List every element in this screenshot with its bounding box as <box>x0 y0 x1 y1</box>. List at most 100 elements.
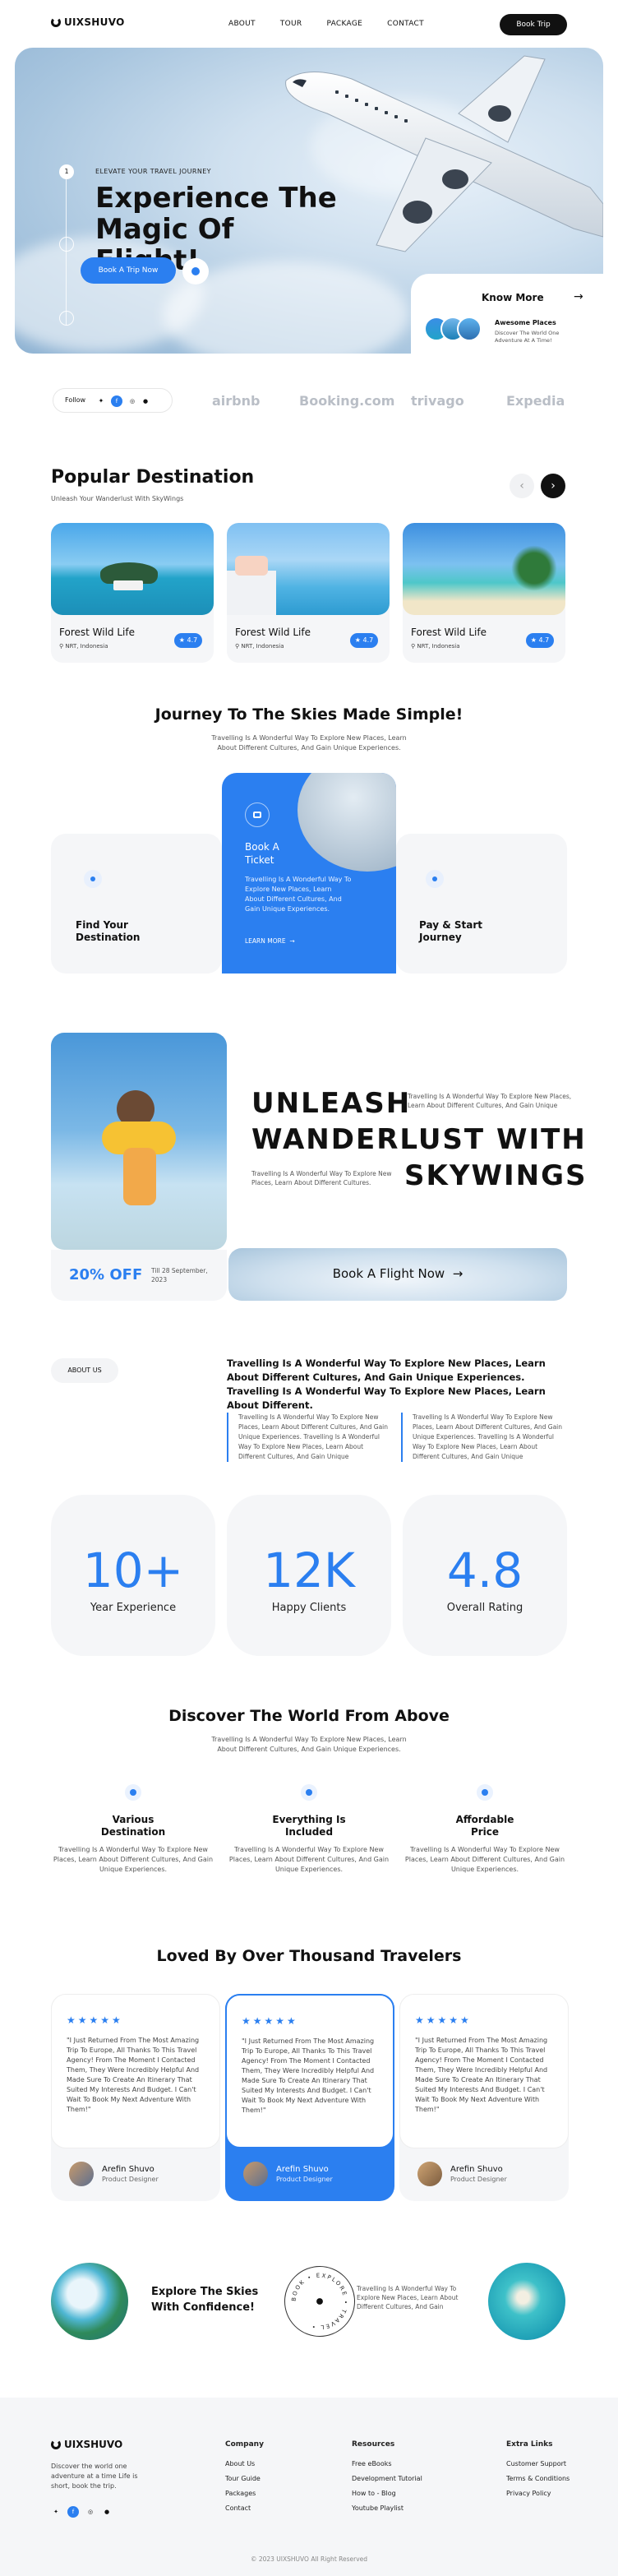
aerial-beach-photo-2 <box>488 2263 565 2340</box>
feature-desc: Travelling Is A Wonderful Way To Explore… <box>53 1846 214 1873</box>
star-rating-icon: ★★★★★ <box>67 2014 123 2026</box>
nav-link-package[interactable]: PACKAGE <box>326 20 362 28</box>
feature-title: Everything Is Included <box>272 1814 346 1838</box>
feature-title: Various Destination <box>100 1814 166 1838</box>
footer-link[interactable]: Contact <box>225 2501 264 2516</box>
know-more-label[interactable]: Know More <box>482 292 544 303</box>
book-trip-now-button[interactable]: Book A Trip Now <box>81 257 176 284</box>
avatar <box>69 2162 94 2186</box>
follow-bar: Follow ✦ f ◎ ● <box>53 388 173 413</box>
nav-link-tour[interactable]: TOUR <box>280 20 302 28</box>
testimonial-card-3: ★★★★★ "I Just Returned From The Most Ama… <box>399 1994 569 2201</box>
feature-desc: Travelling Is A Wonderful Way To Explore… <box>228 1846 390 1873</box>
arrow-right-icon[interactable]: → <box>574 290 583 303</box>
testimonials-title: Loved By Over Thousand Travelers <box>156 1947 462 1965</box>
footer-link[interactable]: Youtube Playlist <box>352 2501 422 2516</box>
unleash-line-2: WANDERLUST WITH <box>251 1123 587 1156</box>
stat-experience: 10+ Year Experience <box>51 1495 215 1656</box>
globe-icon <box>125 1784 141 1801</box>
facebook-icon[interactable]: f <box>111 395 122 407</box>
footer-link[interactable]: Terms & Conditions <box>506 2472 570 2486</box>
testimonial-quote: "I Just Returned From The Most Amazing T… <box>415 2037 548 2113</box>
footer-link[interactable]: Privacy Policy <box>506 2486 570 2501</box>
footer-link[interactable]: Free eBooks <box>352 2457 422 2472</box>
partner-expedia-logo: Expedia <box>506 393 565 409</box>
awesome-places-desc: Discover The World One Adventure At A Ti… <box>495 330 560 344</box>
reviewer-role: Product Designer <box>102 2176 159 2183</box>
footer-social: ✦ f ◎ ● <box>51 2506 112 2518</box>
step-2[interactable]: 2 <box>59 237 74 252</box>
discover-title: Discover The World From Above <box>168 1707 450 1725</box>
about-us-tag: ABOUT US <box>51 1358 118 1383</box>
github-icon[interactable]: ● <box>141 396 150 406</box>
popular-title: Popular Destination <box>51 467 255 488</box>
reviewer-role: Product Designer <box>450 2176 507 2183</box>
instagram-icon[interactable]: ◎ <box>127 396 137 406</box>
testimonial-card-2: ★★★★★ "I Just Returned From The Most Ama… <box>225 1994 394 2201</box>
destination-location: ⚲ NRT, Indonesia <box>411 643 460 650</box>
footer-tagline: Discover the world one adventure at a ti… <box>51 2463 138 2490</box>
twitter-icon[interactable]: ✦ <box>51 2507 61 2517</box>
footer-link[interactable]: Customer Support <box>506 2457 570 2472</box>
location-icon <box>84 870 102 888</box>
discount-date: Till 28 September, 2023 <box>151 1267 208 1283</box>
reviewer-name: Arefin Shuvo <box>450 2165 503 2174</box>
stat-value: 4.8 <box>446 1542 523 1598</box>
badge-text-ring: BOOK • EXPLORE • TRAVEL • <box>291 2273 348 2331</box>
step-1[interactable]: 1 <box>59 164 74 179</box>
next-arrow-button[interactable]: › <box>541 474 565 498</box>
twitter-icon[interactable]: ✦ <box>96 396 106 406</box>
stat-value: 12K <box>263 1542 355 1598</box>
logo-icon <box>51 17 61 27</box>
book-ticket-desc: Travelling Is A Wonderful Way To Explore… <box>245 876 352 913</box>
destination-name: Forest Wild Life <box>235 627 311 638</box>
footer-col-title: Resources <box>352 2440 395 2449</box>
discount-value: 20% OFF <box>69 1266 143 1283</box>
prev-arrow-button[interactable]: ‹ <box>510 474 534 498</box>
hero-eyebrow: ELEVATE YOUR TRAVEL JOURNEY <box>95 168 211 175</box>
step-pay-start: Pay & Start Journey <box>396 834 567 974</box>
github-icon[interactable]: ● <box>102 2507 112 2517</box>
footer-logo[interactable]: UIXSHUVO <box>51 2439 122 2450</box>
destination-name: Forest Wild Life <box>411 627 487 638</box>
footer-link[interactable]: Development Tutorial <box>352 2472 422 2486</box>
stat-value: 10+ <box>82 1542 184 1598</box>
footer-link[interactable]: Tour Guide <box>225 2472 264 2486</box>
learn-more-link[interactable]: LEARN MORE → <box>245 937 295 945</box>
nav-link-contact[interactable]: CONTACT <box>387 20 424 28</box>
payment-icon <box>426 870 444 888</box>
play-video-button[interactable] <box>182 258 209 284</box>
testimonial-quote: "I Just Returned From The Most Amazing T… <box>242 2037 375 2114</box>
footer-link[interactable]: How to - Blog <box>352 2486 422 2501</box>
destination-card-3[interactable]: Forest Wild Life ⚲ NRT, Indonesia ★ 4.7 <box>403 523 565 663</box>
facebook-icon[interactable]: f <box>67 2506 79 2518</box>
journey-title: Journey To The Skies Made Simple! <box>154 705 464 724</box>
book-flight-now-button[interactable]: Book A Flight Now → <box>228 1248 567 1301</box>
footer-link[interactable]: Packages <box>225 2486 264 2501</box>
footer-resources: Resources Free eBooks Development Tutori… <box>352 2437 422 2516</box>
footer-col-title: Extra Links <box>506 2440 553 2449</box>
follow-label: Follow <box>65 396 86 404</box>
step-label: Pay & Start Journey <box>419 919 482 943</box>
nav-link-about[interactable]: ABOUT <box>228 20 256 28</box>
stat-rating: 4.8 Overall Rating <box>403 1495 567 1656</box>
footer-company: Company About Us Tour Guide Packages Con… <box>225 2437 264 2516</box>
destination-name: Forest Wild Life <box>59 627 135 638</box>
step-label: Find Your Destination <box>76 919 141 943</box>
star-rating-icon: ★★★★★ <box>242 2015 298 2027</box>
step-book-ticket: Book A Ticket Travelling Is A Wonderful … <box>222 773 396 974</box>
place-thumb-3 <box>457 317 482 341</box>
explore-desc: Travelling Is A Wonderful Way To Explore… <box>357 2285 459 2310</box>
footer-link[interactable]: About Us <box>225 2457 264 2472</box>
reviewer-role: Product Designer <box>276 2176 333 2183</box>
stat-label: Happy Clients <box>271 1602 347 1614</box>
book-trip-button[interactable]: Book Trip <box>500 14 567 35</box>
play-icon <box>191 267 200 275</box>
destination-card-2[interactable]: Forest Wild Life ⚲ NRT, Indonesia ★ 4.7 <box>227 523 390 663</box>
logo[interactable]: UIXSHUVO <box>51 16 125 28</box>
destination-card-1[interactable]: Forest Wild Life ⚲ NRT, Indonesia ★ 4.7 <box>51 523 214 663</box>
stat-label: Overall Rating <box>446 1602 523 1614</box>
about-column-2: Travelling Is A Wonderful Way To Explore… <box>401 1413 565 1462</box>
instagram-icon[interactable]: ◎ <box>85 2507 95 2517</box>
step-3[interactable]: 3 <box>59 311 74 326</box>
